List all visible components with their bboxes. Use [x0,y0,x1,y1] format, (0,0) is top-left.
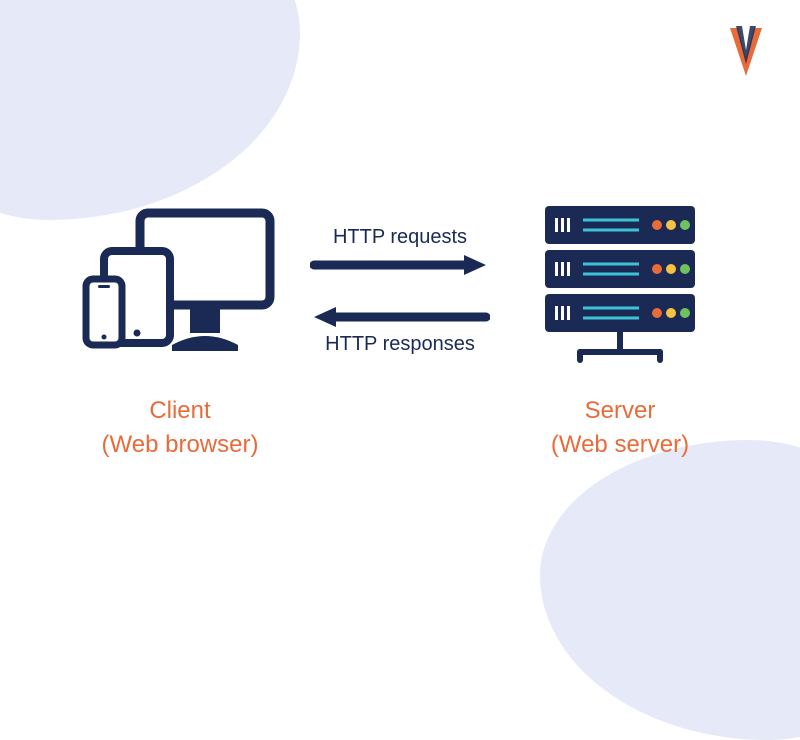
diagram-content: Client (Web browser) HTTP requests HTTP … [0,200,800,461]
client-title: Client [102,394,259,428]
client-side: Client (Web browser) [70,200,290,461]
brand-logo-icon [724,24,768,84]
server-subtitle: (Web server) [551,428,689,462]
arrow-left-icon [310,305,490,329]
server-title: Server [551,394,689,428]
decorative-blob-bottom [540,440,800,740]
request-label: HTTP requests [333,226,467,249]
request-arrow-block: HTTP requests [310,226,490,277]
client-subtitle: (Web browser) [102,428,259,462]
server-side: Server (Web server) [510,200,730,461]
response-label: HTTP responses [325,333,475,356]
arrows-column: HTTP requests HTTP responses [290,200,510,356]
client-label: Client (Web browser) [102,394,259,461]
server-label: Server (Web server) [551,394,689,461]
server-rack-icon [535,200,705,370]
arrow-right-icon [310,253,490,277]
decorative-blob-top [0,0,300,220]
client-devices-icon [80,200,280,370]
response-arrow-block: HTTP responses [310,305,490,356]
